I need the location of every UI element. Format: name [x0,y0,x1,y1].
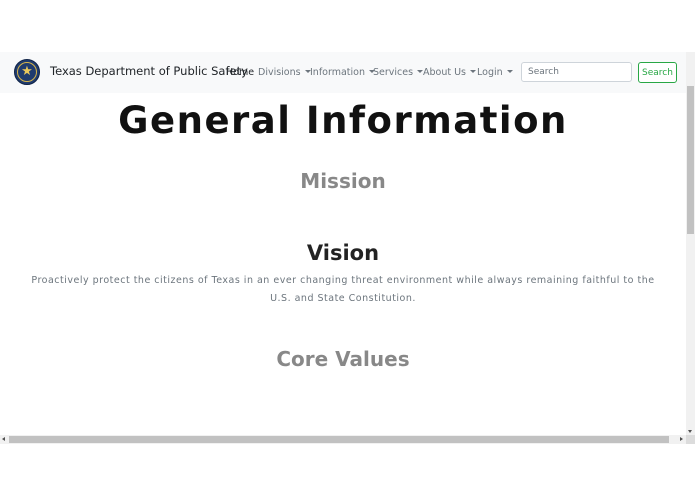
nav-item-services[interactable]: Services [373,67,424,78]
nav-item-label: Services [373,67,414,78]
caret-down-icon [506,70,513,73]
horizontal-scrollbar[interactable] [0,435,686,444]
vertical-scrollbar-thumb[interactable] [687,86,694,234]
nav-item-information[interactable]: Information [310,67,375,78]
nav-item-label: About Us [423,67,467,78]
nav-item-label: Divisions [258,67,301,78]
nav-item-login[interactable]: Login [477,67,513,78]
search-button[interactable]: Search [638,62,677,83]
navbar: ★ Texas Department of Public Safety Home… [0,52,686,93]
nav-item-label: Information [310,67,365,78]
brand-name-link[interactable]: Texas Department of Public Safety [50,64,248,78]
nav-item-label: Login [477,67,503,78]
star-icon: ★ [21,64,33,79]
horizontal-scrollbar-thumb[interactable] [9,436,669,443]
nav-item-divisions[interactable]: Divisions [258,67,311,78]
vision-statement: Proactively protect the citizens of Texa… [31,275,655,304]
scroll-left-arrow-icon[interactable] [2,437,5,441]
nav-item-home[interactable]: Home [226,67,254,78]
texas-star-seal-icon[interactable]: ★ [14,59,40,85]
section-heading-vision: Vision [306,241,380,265]
scroll-down-arrow-icon[interactable] [688,430,692,433]
browser-viewport: ★ Texas Department of Public Safety Home… [0,52,695,444]
section-heading-mission: Mission [300,169,386,193]
nav-item-label: Home [226,67,255,78]
section-heading-core-values: Core Values [276,347,410,371]
nav-item-about-us[interactable]: About Us [423,67,477,78]
scrollbar-corner [686,435,695,444]
caret-down-icon [470,70,477,73]
search-input[interactable] [521,62,632,82]
vertical-scrollbar[interactable] [686,52,695,435]
scroll-right-arrow-icon[interactable] [680,437,683,441]
page-title: General Information [118,99,568,142]
